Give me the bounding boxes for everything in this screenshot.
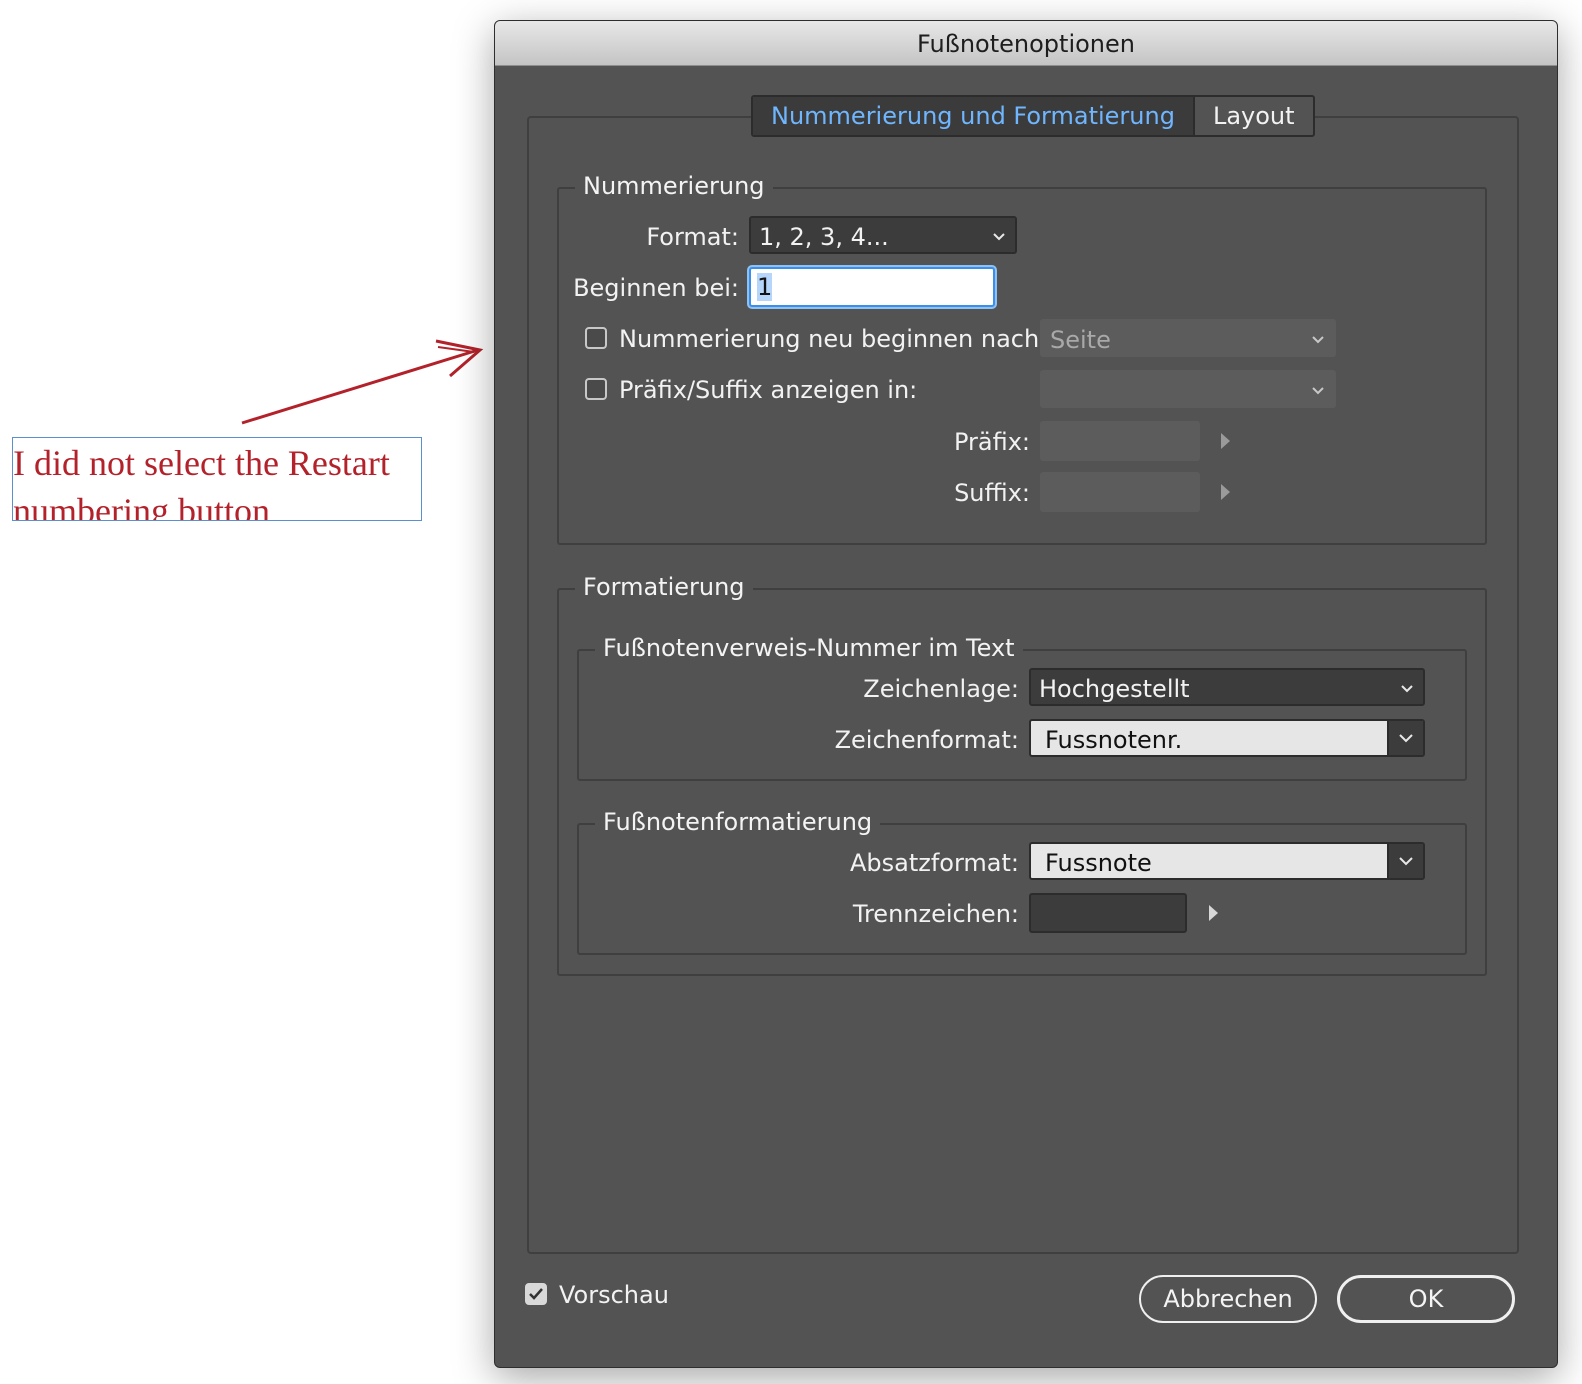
position-value: Hochgestellt (1039, 675, 1190, 703)
numbering-legend: Nummerierung (575, 172, 773, 200)
start-at-label: Beginnen bei: (573, 274, 739, 302)
tab-layout[interactable]: Layout (1195, 97, 1313, 135)
paragraph-style-dropdown-button[interactable] (1387, 844, 1423, 878)
paragraph-style-label: Absatzformat: (849, 849, 1019, 877)
chevron-down-icon (991, 218, 1007, 267)
prefix-suffix-select[interactable] (1040, 370, 1336, 408)
preview-label[interactable]: Vorschau (559, 1280, 669, 1310)
annotation-text: I did not select the Restart numbering b… (12, 437, 422, 521)
format-select-value: 1, 2, 3, 4... (759, 223, 889, 251)
checkmark-icon (529, 1288, 543, 1300)
formatting-legend: Formatierung (575, 573, 753, 601)
suffix-label: Suffix: (954, 479, 1030, 507)
separator-label: Trennzeichen: (852, 900, 1019, 928)
restart-numbering-checkbox[interactable] (585, 327, 607, 349)
start-at-input[interactable]: 1 (749, 267, 995, 307)
prefix-suffix-label[interactable]: Präfix/Suffix anzeigen in: (619, 375, 917, 405)
reference-number-legend: Fußnotenverweis-Nummer im Text (595, 634, 1023, 662)
position-select[interactable]: Hochgestellt (1029, 668, 1425, 706)
start-at-value: 1 (757, 273, 773, 301)
footnote-options-dialog: Fußnotenoptionen Nummerierung und Format… (494, 20, 1558, 1368)
preview-checkbox[interactable] (525, 1283, 547, 1305)
paragraph-style-select[interactable]: Fussnote (1029, 842, 1425, 880)
footnote-formatting-legend: Fußnotenformatierung (595, 808, 881, 836)
suffix-input[interactable] (1040, 472, 1200, 512)
restart-after-value: Seite (1050, 326, 1111, 354)
ok-button[interactable]: OK (1337, 1275, 1515, 1323)
restart-after-select[interactable]: Seite (1040, 319, 1336, 357)
separator-menu-arrow-icon[interactable] (1209, 905, 1218, 921)
prefix-suffix-checkbox[interactable] (585, 378, 607, 400)
chevron-down-icon (1310, 372, 1326, 421)
prefix-label: Präfix: (953, 428, 1030, 456)
annotation-line-1: I did not select the Restart (13, 443, 390, 483)
chevron-down-icon (1399, 734, 1413, 743)
window-title: Fußnotenoptionen (917, 30, 1135, 58)
annotation-line-2: numbering button (13, 491, 270, 521)
character-style-dropdown-button[interactable] (1387, 721, 1423, 755)
suffix-menu-arrow-icon[interactable] (1221, 484, 1230, 500)
chevron-down-icon (1399, 670, 1415, 719)
character-style-value: Fussnotenr. (1045, 726, 1183, 754)
format-select[interactable]: 1, 2, 3, 4... (749, 216, 1017, 254)
separator-input[interactable] (1029, 893, 1187, 933)
character-style-select[interactable]: Fussnotenr. (1029, 719, 1425, 757)
tab-numbering-formatting[interactable]: Nummerierung und Formatierung (753, 97, 1195, 135)
position-label: Zeichenlage: (863, 675, 1019, 703)
format-label: Format: (646, 223, 739, 251)
chevron-down-icon (1310, 321, 1326, 370)
title-bar[interactable]: Fußnotenoptionen (495, 21, 1557, 66)
prefix-menu-arrow-icon[interactable] (1221, 433, 1230, 449)
prefix-input[interactable] (1040, 421, 1200, 461)
chevron-down-icon (1399, 857, 1413, 866)
restart-numbering-label[interactable]: Nummerierung neu beginnen nach: (619, 324, 1047, 354)
tab-bar: Nummerierung und Formatierung Layout (751, 95, 1315, 137)
cancel-button[interactable]: Abbrechen (1139, 1275, 1317, 1323)
character-style-label: Zeichenformat: (834, 726, 1019, 754)
paragraph-style-value: Fussnote (1045, 849, 1152, 877)
